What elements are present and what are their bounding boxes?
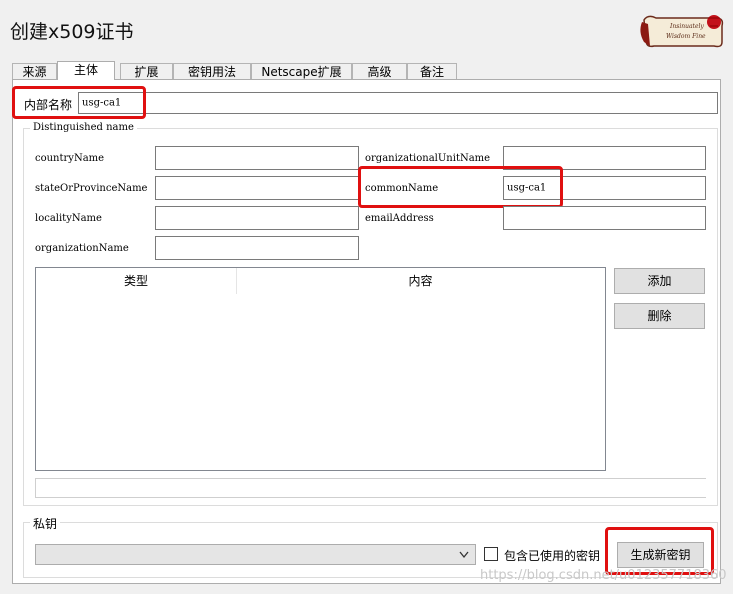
state-input[interactable] [155,176,359,200]
chevron-down-icon [459,551,469,559]
email-input[interactable] [503,206,706,230]
add-button[interactable]: 添加 [614,268,705,294]
include-used-keys-checkbox[interactable] [484,547,498,561]
locality-input[interactable] [155,206,359,230]
tab-advanced[interactable]: 高级 [352,63,407,79]
organization-label: organizationName [35,243,129,254]
tab-key-usage[interactable]: 密钥用法 [173,63,251,79]
email-label: emailAddress [365,213,434,224]
highlight-internal-name [12,86,146,119]
private-key-select[interactable] [35,544,476,565]
include-used-keys-label: 包含已使用的密钥 [504,549,601,563]
tab-source[interactable]: 来源 [12,63,57,79]
highlight-common-name [358,166,563,208]
watermark-text: https://blog.csdn.net/u012357718360 [480,568,727,583]
country-input[interactable] [155,146,359,170]
tab-comment[interactable]: 备注 [407,63,457,79]
dn-legend: Distinguished name [30,122,137,133]
state-label: stateOrProvinceName [35,183,148,194]
org-unit-label: organizationalUnitName [365,153,491,164]
country-label: countryName [35,153,105,164]
window-title: 创建x509证书 [10,21,134,43]
tab-subject[interactable]: 主体 [57,61,115,80]
locality-label: localityName [35,213,102,224]
tab-extensions[interactable]: 扩展 [120,63,173,79]
dn-entries-table[interactable]: 类型 内容 [35,267,606,471]
scroll-seal-logo-icon: Insinuately Wisdom Fine [636,12,728,52]
column-header-type[interactable]: 类型 [36,268,237,294]
organization-input[interactable] [155,236,359,260]
internal-name-input[interactable]: usg-ca1 [78,92,718,114]
column-header-content[interactable]: 内容 [236,268,605,294]
logo-text-1: Insinuately [669,23,704,30]
private-key-legend: 私钥 [30,515,61,532]
status-strip [35,478,706,498]
delete-button[interactable]: 删除 [614,303,705,329]
logo-text-2: Wisdom Fine [666,33,706,40]
tab-netscape[interactable]: Netscape扩展 [251,63,352,79]
